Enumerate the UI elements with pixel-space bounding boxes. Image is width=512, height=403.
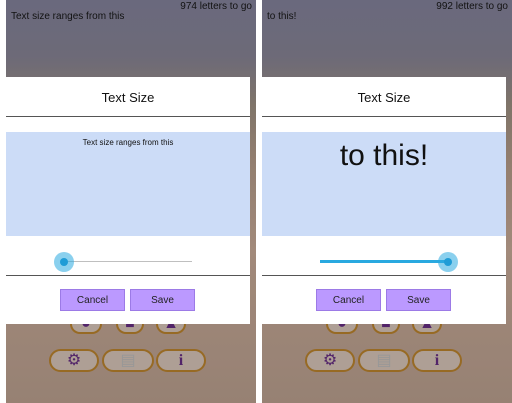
title-divider (262, 116, 506, 117)
dialog-title: Text Size (101, 90, 155, 105)
slider-divider (6, 275, 250, 276)
preview-text: Text size ranges from this (82, 138, 174, 147)
screen-left: 974 letters to go Text size ranges from … (6, 0, 256, 403)
save-button[interactable]: Save (130, 289, 195, 311)
text-preview-area: to this! (262, 132, 506, 236)
save-button[interactable]: Save (386, 289, 451, 311)
text-size-slider-track[interactable] (320, 260, 448, 263)
text-size-dialog: Text Size to this! Cancel Save (262, 77, 506, 324)
text-preview-area: Text size ranges from this (6, 132, 250, 236)
cancel-button[interactable]: Cancel (316, 289, 381, 311)
text-size-dialog: Text Size Text size ranges from this Can… (6, 77, 250, 324)
preview-text: to this! (339, 139, 429, 172)
text-size-slider-thumb[interactable] (438, 252, 458, 272)
dialog-title: Text Size (357, 90, 411, 105)
slider-divider (262, 275, 506, 276)
text-size-slider-thumb[interactable] (54, 252, 74, 272)
text-size-slider-track[interactable] (64, 261, 192, 262)
cancel-button[interactable]: Cancel (60, 289, 125, 311)
screen-right: 992 letters to go to this! ● ■ ▲ ⚙ ▤ i T… (262, 0, 512, 403)
title-divider (6, 116, 250, 117)
